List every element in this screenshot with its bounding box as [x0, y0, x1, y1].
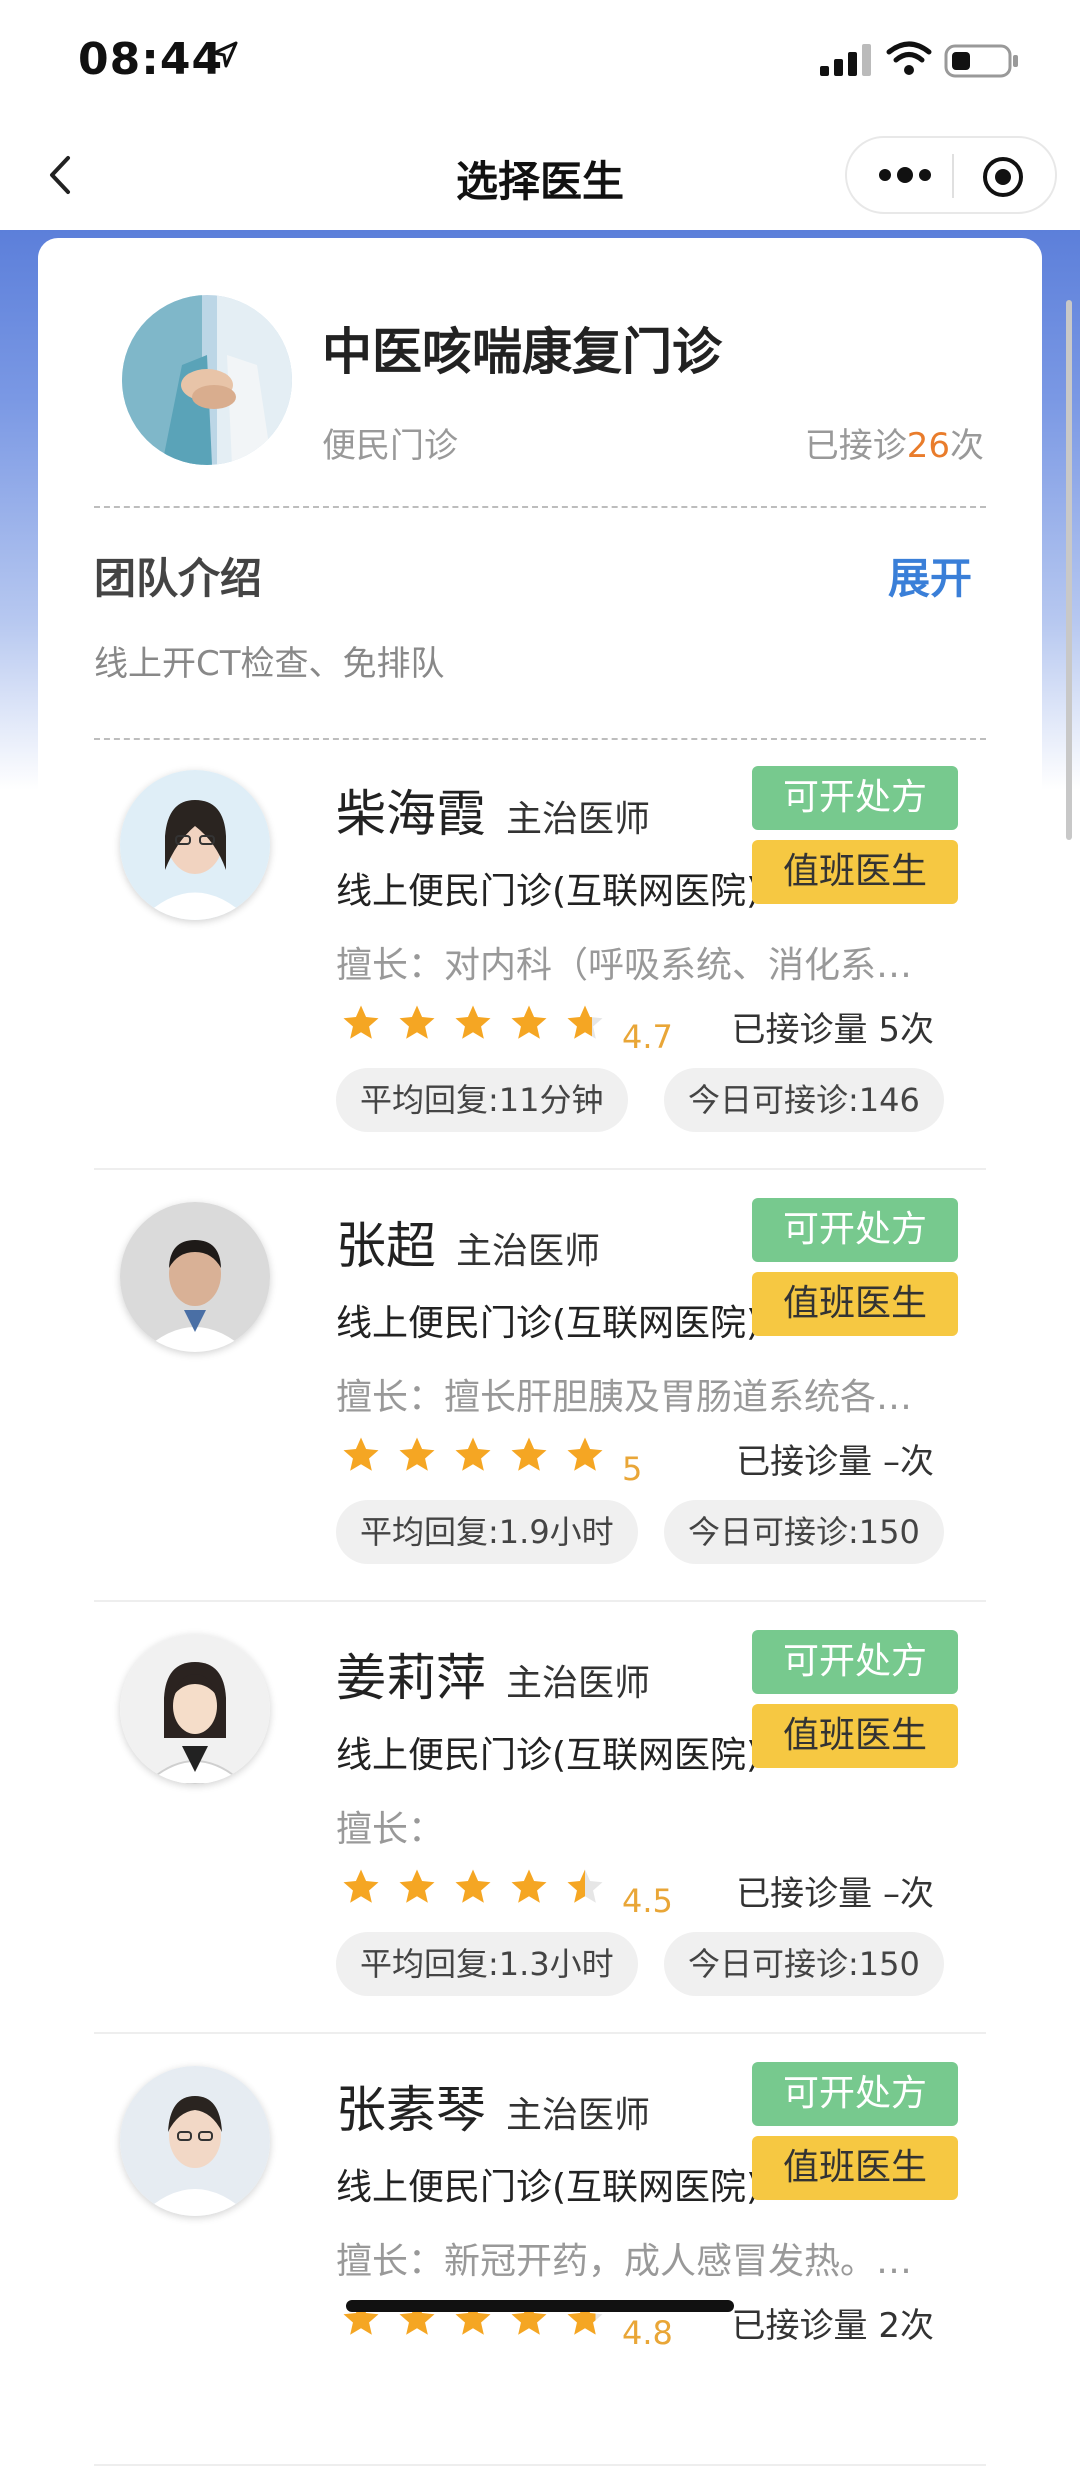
battery-icon [944, 44, 1018, 78]
home-indicator [346, 2300, 734, 2312]
doctor-specialty: 擅长：新冠开药，成人感冒发热。其他常见病 [336, 2241, 946, 2282]
doctor-hospital: 线上便民门诊(互联网医院) [336, 871, 756, 912]
avg-reply-pill: 平均回复:11分钟 [336, 1068, 628, 1132]
doctor-item[interactable]: 张素琴 主治医师 线上便民门诊(互联网医院) 可开处方 值班医生 擅长：新冠开药，… [0, 2036, 1080, 2466]
prescription-badge: 可开处方 [752, 1630, 958, 1694]
doctor-name-line: 姜莉萍 主治医师 [336, 1638, 650, 1710]
doctor-title: 主治医师 [506, 2095, 651, 2136]
divider-dashed [94, 506, 986, 508]
doctor-avatar [120, 1202, 270, 1352]
consult-count: 已接诊量 5次 [731, 1010, 934, 1050]
star-icon [511, 1437, 547, 1471]
star-icon [511, 1869, 547, 1903]
doctor-avatar [120, 2066, 270, 2216]
doctor-name: 张素琴 [336, 2081, 486, 2139]
doctor-hospital: 线上便民门诊(互联网医院) [336, 1735, 756, 1776]
row-separator [94, 1168, 986, 1170]
team-intro-desc: 线上开CT检查、免排队 [94, 644, 445, 684]
star-icon [455, 1869, 491, 1903]
star-icon [343, 1005, 379, 1039]
doctor-name: 姜莉萍 [336, 1649, 486, 1707]
today-available-pill: 今日可接诊:146 [664, 1068, 944, 1132]
doctor-item[interactable]: 姜莉萍 主治医师 线上便民门诊(互联网医院) 可开处方 值班医生 擅长： 4.5 … [0, 1604, 1080, 2034]
doctor-hospital: 线上便民门诊(互联网医院) [336, 2167, 756, 2208]
star-icon [567, 1437, 603, 1471]
clinic-consult-count: 已接诊26次 [805, 418, 984, 467]
doctor-avatar [120, 770, 270, 920]
clinic-name: 中医咳喘康复门诊 [322, 323, 722, 381]
team-intro-title: 团队介绍 [94, 554, 263, 603]
status-bar: 08:44 [0, 0, 1080, 120]
star-icon [455, 1437, 491, 1471]
expand-link[interactable]: 展开 [888, 545, 972, 606]
clinic-type: 便民门诊 [322, 426, 458, 466]
today-available-pill: 今日可接诊:150 [664, 1500, 944, 1564]
status-time: 08:44 [78, 34, 224, 85]
count-number: 26 [906, 426, 950, 466]
doctor-hospital: 线上便民门诊(互联网医院) [336, 1303, 756, 1344]
on-duty-badge: 值班医生 [752, 1704, 958, 1768]
count-suffix: 次 [950, 426, 984, 466]
star-icon [567, 1005, 603, 1039]
doctor-specialty: 擅长：对内科（呼吸系统、消化系统等）常见病多发病的诊治 [336, 945, 946, 986]
cellular-signal-icon [820, 44, 871, 76]
row-separator [94, 1600, 986, 1602]
row-separator [94, 2032, 986, 2034]
doctor-item[interactable]: 张超 主治医师 线上便民门诊(互联网医院) 可开处方 值班医生 擅长：擅长肝胆胰及… [0, 1172, 1080, 1602]
rating-value: 4.5 [622, 1882, 673, 1920]
star-icon [343, 1437, 379, 1471]
doctor-specialty: 擅长： [336, 1809, 445, 1850]
nav-bar: 选择医生 [0, 120, 1080, 230]
consult-count: 已接诊量 –次 [736, 1442, 934, 1482]
prescription-badge: 可开处方 [752, 2062, 958, 2126]
rating-value: 4.8 [622, 2314, 673, 2352]
wifi-icon [886, 41, 932, 75]
doctor-name-line: 张超 主治医师 [336, 1206, 600, 1278]
avg-reply-pill: 平均回复:1.9小时 [336, 1500, 638, 1564]
rating-value: 5 [622, 1450, 643, 1488]
on-duty-badge: 值班医生 [752, 2136, 958, 2200]
consult-count: 已接诊量 –次 [736, 1874, 934, 1914]
star-icon [399, 1869, 435, 1903]
star-icon [399, 1437, 435, 1471]
on-duty-badge: 值班医生 [752, 1272, 958, 1336]
doctor-name: 张超 [336, 1217, 436, 1275]
today-available-pill: 今日可接诊:150 [664, 1932, 944, 1996]
star-icon [455, 1005, 491, 1039]
doctor-title: 主治医师 [456, 1231, 601, 1272]
close-target-icon[interactable] [981, 155, 1025, 199]
doctor-avatar [120, 1634, 270, 1784]
star-icon [511, 1005, 547, 1039]
doctor-title: 主治医师 [506, 799, 651, 840]
prescription-badge: 可开处方 [752, 766, 958, 830]
avg-reply-pill: 平均回复:1.3小时 [336, 1932, 638, 1996]
count-prefix: 已接诊 [804, 426, 907, 466]
star-icon [399, 1005, 435, 1039]
clinic-avatar [122, 295, 292, 465]
star-icon [567, 1869, 603, 1903]
on-duty-badge: 值班医生 [752, 840, 958, 904]
location-arrow-icon [212, 41, 238, 68]
miniprogram-capsule [845, 136, 1057, 214]
doctor-title: 主治医师 [506, 1663, 651, 1704]
doctor-specialty: 擅长：擅长肝胆胰及胃肠道系统各种疾病的诊治 [336, 1377, 946, 1418]
more-dots-icon[interactable] [875, 158, 935, 192]
consult-count: 已接诊量 2次 [731, 2306, 934, 2346]
doctor-name: 柴海霞 [336, 785, 486, 843]
star-icon [343, 1869, 379, 1903]
rating-value: 4.7 [622, 1018, 673, 1056]
prescription-badge: 可开处方 [752, 1198, 958, 1262]
doctor-item[interactable]: 柴海霞 主治医师 线上便民门诊(互联网医院) 可开处方 值班医生 擅长：对内科（呼… [0, 740, 1080, 1170]
doctor-name-line: 张素琴 主治医师 [336, 2070, 650, 2142]
capsule-divider [952, 154, 954, 198]
doctor-name-line: 柴海霞 主治医师 [336, 774, 650, 846]
